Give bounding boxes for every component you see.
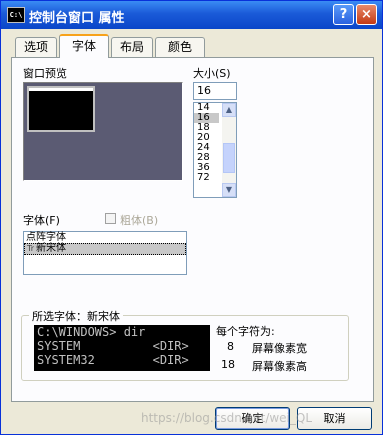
font-option[interactable]: 点阵字体 bbox=[24, 232, 186, 243]
font-option-selected[interactable]: Tr 新宋体 bbox=[24, 243, 186, 255]
watermark-text: https://blog.csdn.net/wei_QL bbox=[141, 411, 313, 425]
char-height-unit: 屏幕像素高 bbox=[252, 360, 307, 373]
close-button[interactable]: × bbox=[356, 4, 377, 25]
char-height-value: 18 bbox=[221, 358, 235, 371]
console-sample-line: C:\WINDOWS> dir bbox=[37, 325, 146, 339]
tab-font[interactable]: 字体 bbox=[59, 34, 109, 58]
scroll-up-arrow-icon[interactable]: ▲ bbox=[222, 103, 236, 117]
font-option-label: 点阵字体 bbox=[26, 232, 66, 243]
selected-font-title: 所选字体：新宋体 bbox=[29, 308, 123, 324]
bold-checkbox[interactable] bbox=[105, 213, 116, 224]
scroll-thumb[interactable] bbox=[223, 143, 235, 173]
size-option[interactable]: 72 bbox=[194, 173, 219, 183]
preview-console-window bbox=[27, 86, 95, 132]
preview-title-bar bbox=[29, 88, 93, 91]
title-bar[interactable]: C:\ 控制台窗口 属性 ? × bbox=[1, 1, 382, 29]
properties-dialog: C:\ 控制台窗口 属性 ? × 选项 字体 布局 颜色 窗口预览 大小(S) … bbox=[0, 0, 383, 435]
truetype-icon: Tr bbox=[27, 244, 34, 253]
scroll-down-arrow-icon[interactable]: ▼ bbox=[222, 183, 236, 197]
window-preview bbox=[23, 82, 183, 181]
size-input[interactable]: 16 bbox=[193, 82, 237, 100]
font-listbox[interactable]: 点阵字体 Tr 新宋体 bbox=[23, 231, 187, 275]
help-button[interactable]: ? bbox=[333, 4, 354, 25]
size-listbox[interactable]: 14 16 18 20 24 28 36 72 ▲ ▼ bbox=[193, 102, 237, 198]
size-scrollbar[interactable]: ▲ ▼ bbox=[222, 103, 236, 197]
size-label: 大小(S) bbox=[193, 67, 231, 80]
preview-label: 窗口预览 bbox=[23, 67, 67, 80]
console-font-sample: C:\WINDOWS> dir SYSTEM <DIR> SYSTEM32 <D… bbox=[34, 325, 210, 371]
tab-options[interactable]: 选项 bbox=[15, 37, 57, 57]
font-label: 字体(F) bbox=[23, 214, 60, 227]
char-size-label: 每个字符为: bbox=[216, 325, 275, 338]
console-app-icon: C:\ bbox=[7, 7, 25, 23]
console-sample-line: SYSTEM <DIR> bbox=[37, 339, 189, 353]
tab-colors[interactable]: 颜色 bbox=[155, 37, 205, 57]
console-sample-line: SYSTEM32 <DIR> bbox=[37, 353, 189, 367]
char-width-unit: 屏幕像素宽 bbox=[252, 342, 307, 355]
font-option-label: 新宋体 bbox=[36, 243, 66, 254]
char-width-value: 8 bbox=[227, 340, 234, 353]
bold-label: 粗体(B) bbox=[120, 214, 159, 227]
window-title: 控制台窗口 属性 bbox=[29, 11, 125, 26]
tab-layout[interactable]: 布局 bbox=[111, 37, 153, 57]
